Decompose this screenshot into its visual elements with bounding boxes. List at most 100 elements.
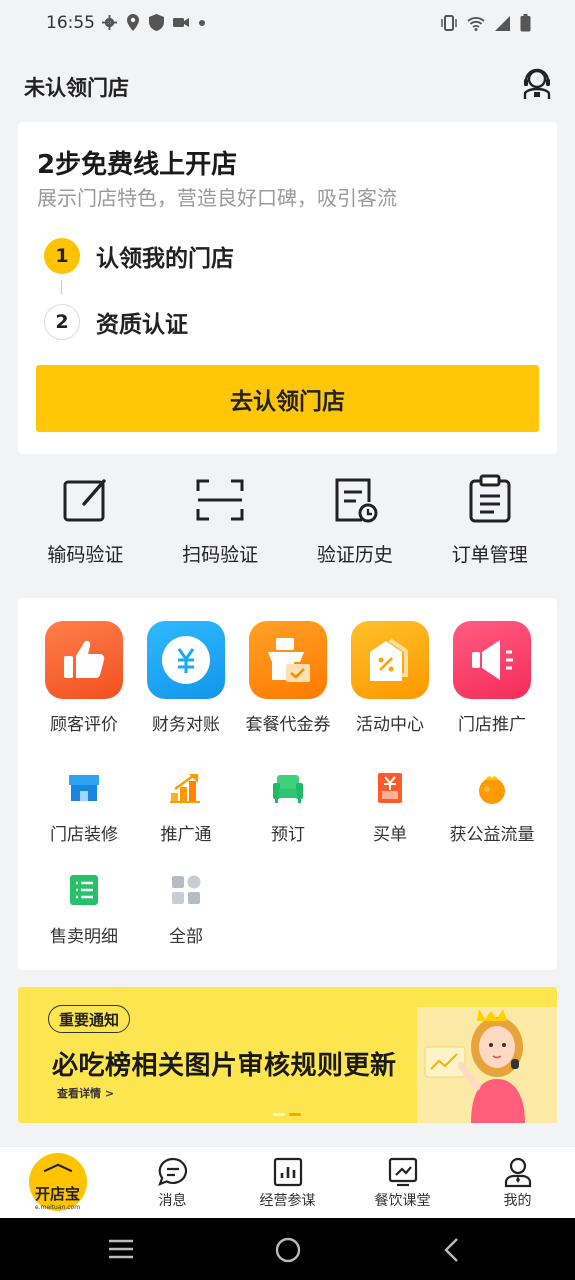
step-label: 资质认证 xyxy=(96,312,188,338)
service-sales-detail[interactable]: 售卖明细 xyxy=(33,872,135,947)
home-logo-text: 开店宝 xyxy=(34,1185,80,1203)
step-number: 1 xyxy=(44,238,80,274)
history-doc-icon xyxy=(335,478,378,523)
page-title: 未认领门店 xyxy=(24,76,129,100)
service-promotion-pass[interactable]: 推广通 xyxy=(135,770,237,845)
quick-action-history[interactable]: 验证历史 xyxy=(288,472,423,582)
status-bar: 16:55 xyxy=(0,0,575,48)
service-customer-reviews[interactable]: 顾客评价 xyxy=(33,621,135,735)
home-logo: 开店宝 e.meituan.com xyxy=(28,1153,87,1211)
tab-business-advisor[interactable]: 经营参谋 xyxy=(230,1147,345,1218)
discount-tag-icon xyxy=(370,638,408,681)
signal-icon xyxy=(495,15,510,31)
service-activity-center[interactable]: 活动中心 xyxy=(339,621,441,735)
step-number: 2 xyxy=(44,304,80,340)
step-2: 2 资质认证 xyxy=(44,304,188,340)
quick-action-scan-verify[interactable]: 扫码验证 xyxy=(153,472,288,582)
tab-catering-class[interactable]: 餐饮课堂 xyxy=(345,1147,460,1218)
home-logo-sub: e.meituan.com xyxy=(34,1204,81,1211)
service-label: 推广通 xyxy=(160,825,212,845)
wifi-icon xyxy=(467,16,485,31)
quick-actions: 输码验证 扫码验证 验证历史 订单管理 xyxy=(18,472,557,582)
house-roof-icon xyxy=(43,1163,72,1173)
vibrate-icon xyxy=(441,15,457,31)
service-all[interactable]: 全部 xyxy=(135,872,237,947)
services-panel: 顾客评价 财务对账 套餐代金券 活动中心 门店推广 门店装修 推广通 预订 买单… xyxy=(18,598,557,970)
service-store-promotion[interactable]: 门店推广 xyxy=(441,621,543,735)
coin-icon xyxy=(162,636,210,684)
header: 未认领门店 xyxy=(0,56,575,116)
service-finance[interactable]: 财务对账 xyxy=(135,621,237,735)
service-booking[interactable]: 预订 xyxy=(237,770,339,845)
support-girl-illustration xyxy=(417,1007,557,1123)
thumbs-up-icon xyxy=(64,640,105,678)
carousel-indicator xyxy=(273,1113,301,1116)
megaphone-icon xyxy=(472,640,513,680)
tab-label: 经营参谋 xyxy=(259,1193,316,1209)
quick-action-code-verify[interactable]: 输码验证 xyxy=(18,472,153,582)
quick-action-label: 订单管理 xyxy=(451,544,528,566)
message-icon xyxy=(157,1157,187,1186)
settings-icon xyxy=(102,15,117,30)
service-label: 门店推广 xyxy=(458,715,526,735)
quick-action-label: 输码验证 xyxy=(47,544,124,566)
step-connector xyxy=(61,280,62,294)
banner-title: 必吃榜相关图片审核规则更新 xyxy=(52,1051,397,1081)
growth-chart-icon xyxy=(170,774,200,803)
bar-chart-icon xyxy=(273,1157,302,1187)
service-label: 套餐代金券 xyxy=(245,715,331,735)
system-nav-bar xyxy=(0,1218,575,1280)
tab-label: 餐饮课堂 xyxy=(374,1193,431,1209)
service-label: 预订 xyxy=(271,825,305,845)
service-label: 全部 xyxy=(169,927,203,947)
secondary-services: 门店装修 推广通 预订 买单 获公益流量 xyxy=(18,770,557,845)
tab-home[interactable]: 开店宝 e.meituan.com xyxy=(0,1147,115,1218)
orange-icon xyxy=(479,776,505,804)
customer-service-icon[interactable] xyxy=(521,66,553,100)
service-vouchers[interactable]: 套餐代金券 xyxy=(237,621,339,735)
claim-store-card: 2步免费线上开店 展示门店特色，营造良好口碑，吸引客流 1 认领我的门店 2 资… xyxy=(18,122,557,454)
battery-icon xyxy=(520,14,531,32)
step-1: 1 认领我的门店 xyxy=(44,238,234,274)
quick-action-label: 验证历史 xyxy=(316,544,393,566)
primary-services: 顾客评价 财务对账 套餐代金券 活动中心 门店推广 xyxy=(18,621,557,735)
quick-action-label: 扫码验证 xyxy=(182,544,259,566)
course-icon xyxy=(388,1157,417,1187)
banner-tag: 重要通知 xyxy=(48,1005,131,1033)
bill-icon xyxy=(378,773,402,803)
claim-title: 2步免费线上开店 xyxy=(37,150,238,180)
tab-bar: 开店宝 e.meituan.com 消息 经营参谋 餐饮课堂 我的 xyxy=(0,1146,575,1218)
service-charity-traffic[interactable]: 获公益流量 xyxy=(441,770,543,845)
claim-store-button[interactable]: 去认领门店 xyxy=(36,365,539,432)
service-label: 门店装修 xyxy=(50,825,118,845)
tertiary-services: 售卖明细 全部 xyxy=(18,872,557,947)
step-label: 认领我的门店 xyxy=(96,246,234,272)
grid-icon xyxy=(172,875,201,904)
service-store-decoration[interactable]: 门店装修 xyxy=(33,770,135,845)
tab-label: 我的 xyxy=(503,1193,532,1209)
service-pay-bill[interactable]: 买单 xyxy=(339,770,441,845)
home-icon[interactable] xyxy=(274,1236,302,1264)
service-label: 财务对账 xyxy=(152,715,220,735)
notice-banner[interactable]: 重要通知 必吃榜相关图片审核规则更新 查看详情 > xyxy=(18,987,557,1123)
service-label: 活动中心 xyxy=(356,715,424,735)
service-label: 售卖明细 xyxy=(50,927,118,947)
service-label: 获公益流量 xyxy=(449,825,535,845)
recent-apps-icon[interactable] xyxy=(107,1238,135,1260)
shield-icon xyxy=(149,14,164,31)
clipboard-icon xyxy=(469,474,511,523)
scan-icon xyxy=(196,479,244,521)
tab-messages[interactable]: 消息 xyxy=(115,1147,230,1218)
list-icon xyxy=(70,875,98,905)
service-label: 顾客评价 xyxy=(50,715,118,735)
back-icon[interactable] xyxy=(442,1237,462,1263)
quick-action-orders[interactable]: 订单管理 xyxy=(422,472,557,582)
camera-icon xyxy=(173,18,189,27)
edit-code-icon xyxy=(63,479,107,522)
banner-detail-link[interactable]: 查看详情 > xyxy=(57,1085,114,1101)
tab-mine[interactable]: 我的 xyxy=(460,1147,575,1218)
store-icon xyxy=(69,775,99,801)
claim-subtitle: 展示门店特色，营造良好口碑，吸引客流 xyxy=(37,186,397,210)
service-label: 买单 xyxy=(373,825,407,845)
location-icon xyxy=(127,14,139,31)
